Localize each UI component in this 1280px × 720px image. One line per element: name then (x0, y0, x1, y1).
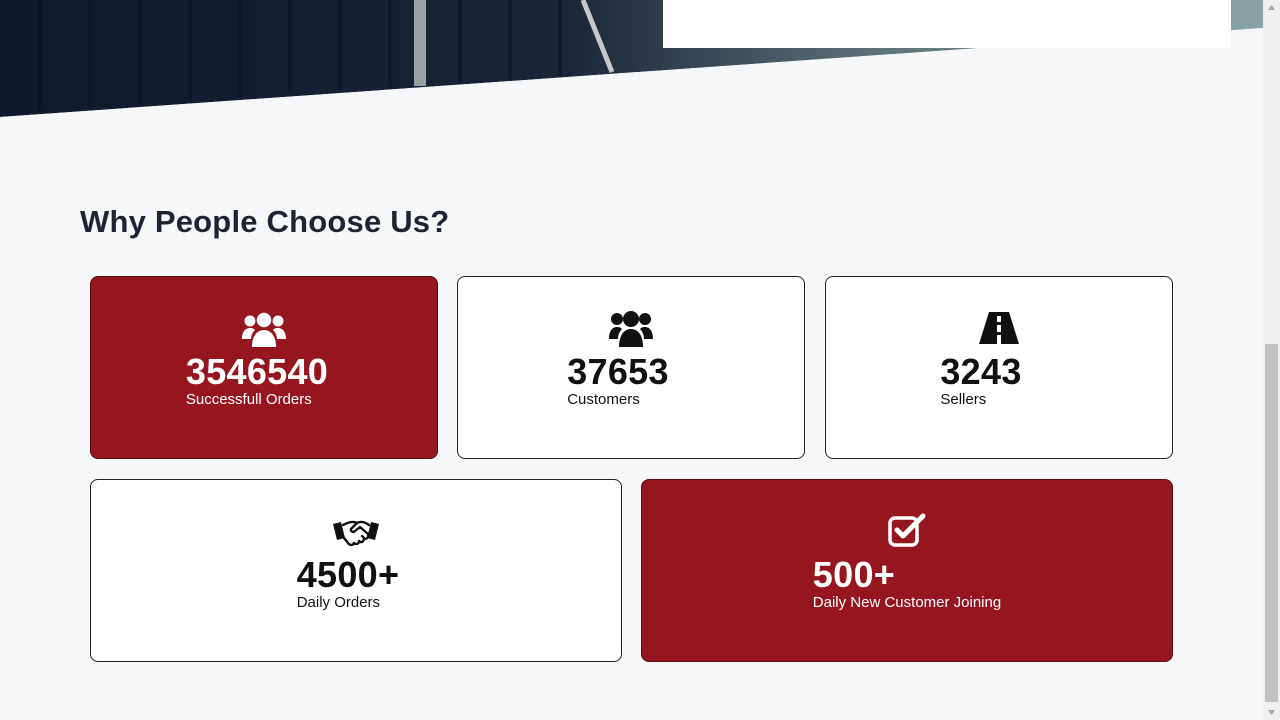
stat-number: 3546540 (185, 351, 329, 392)
stat-label: Customers (567, 391, 640, 408)
stat-label: Sellers (940, 391, 987, 408)
vertical-scrollbar[interactable] (1263, 0, 1280, 720)
stat-card-daily-orders: 4500+ Daily Orders (90, 479, 622, 662)
scroll-up-arrow-icon[interactable] (1263, 0, 1280, 16)
stat-number: 37653 (567, 351, 669, 392)
scroll-down-arrow-icon[interactable] (1263, 704, 1280, 720)
stat-number: 4500+ (296, 554, 400, 595)
stat-block: 37653 Customers (567, 353, 669, 409)
page: Why People Choose Us? 3546540 Successful… (0, 0, 1280, 720)
users-icon (609, 311, 653, 347)
stat-label: Successfull Orders (185, 391, 312, 408)
stat-block: 500+ Daily New Customer Joining (813, 556, 1001, 612)
users-icon (242, 311, 286, 347)
section-title: Why People Choose Us? (80, 204, 450, 239)
stat-label: Daily Orders (296, 594, 381, 611)
check-square-icon (888, 513, 926, 547)
stat-block: 4500+ Daily Orders (297, 556, 400, 612)
stat-card-successful-orders: 3546540 Successfull Orders (90, 276, 438, 459)
stat-block: 3243 Sellers (940, 353, 1021, 409)
stat-number: 3243 (940, 351, 1022, 392)
scrollbar-thumb[interactable] (1265, 344, 1278, 702)
stat-card-sellers: 3243 Sellers (825, 276, 1173, 459)
stat-card-customers: 37653 Customers (457, 276, 805, 459)
hero-overlay-panel (663, 0, 1231, 48)
handshake-icon (333, 520, 379, 547)
stat-card-daily-new-customers: 500+ Daily New Customer Joining (641, 479, 1173, 662)
road-icon (979, 312, 1019, 344)
stat-number: 500+ (812, 554, 896, 595)
stat-label: Daily New Customer Joining (812, 594, 1002, 611)
stat-block: 3546540 Successfull Orders (186, 353, 328, 409)
